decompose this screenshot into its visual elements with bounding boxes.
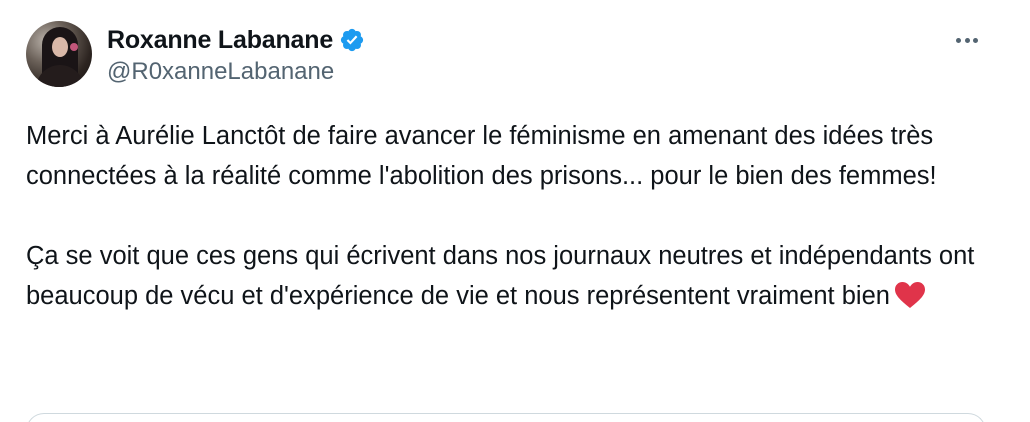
tweet-text: Merci à Aurélie Lanctôt de faire avancer… [26, 116, 986, 316]
media-card-edge[interactable] [26, 413, 986, 422]
more-dot [964, 37, 970, 43]
tweet-paragraph-2-text: Ça se voit que ces gens qui écrivent dan… [26, 242, 982, 310]
more-horizontal-icon[interactable] [956, 30, 978, 50]
author-display-name[interactable]: Roxanne Labanane [107, 26, 333, 55]
author-name-row: Roxanne Labanane [107, 23, 365, 57]
avatar-face [52, 37, 68, 57]
tweet-paragraph-1: Merci à Aurélie Lanctôt de faire avancer… [26, 122, 941, 190]
avatar[interactable] [26, 21, 92, 87]
avatar-accent [70, 43, 78, 51]
author-handle[interactable]: @R0xanneLabanane [107, 58, 334, 86]
red-heart-icon [894, 282, 925, 308]
tweet: Roxanne Labanane @R0xanneLabanane Merci … [0, 0, 1030, 422]
tweet-paragraph-2: Ça se voit que ces gens qui écrivent dan… [26, 236, 986, 316]
more-dot [973, 37, 978, 43]
verified-badge-icon[interactable] [339, 27, 365, 53]
more-dot [956, 37, 961, 43]
